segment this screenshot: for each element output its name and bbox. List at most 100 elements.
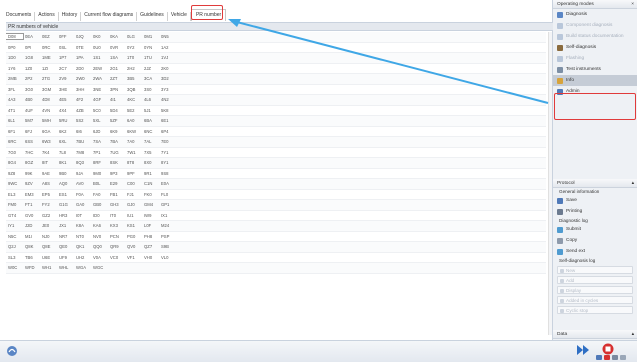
pr-number-cell[interactable]: GH3 — [108, 202, 125, 207]
pr-number-cell[interactable]: 0PI — [23, 45, 40, 50]
pr-number-cell[interactable]: 8K1 — [57, 160, 74, 165]
pr-number-cell[interactable]: 6L1 — [6, 118, 23, 123]
pr-number-cell[interactable]: 4I1 — [108, 97, 125, 102]
add-button[interactable]: Add — [557, 276, 633, 284]
pr-number-cell[interactable]: 2V9 — [57, 76, 74, 81]
pr-number-cell[interactable]: EP5 — [40, 192, 57, 197]
pr-number-cell[interactable]: 3Y3 — [159, 87, 176, 92]
pr-number-cell[interactable]: KX3 — [108, 223, 125, 228]
pr-number-cell[interactable]: 9P3 — [108, 171, 125, 176]
mode-item-info[interactable]: Info — [553, 75, 637, 86]
pr-number-cell[interactable]: EM3 — [23, 192, 40, 197]
pr-number-cell[interactable]: 4UF — [23, 108, 40, 113]
pr-number-cell[interactable]: 5RU — [57, 118, 74, 123]
pr-number-cell[interactable]: 7E0 — [159, 139, 176, 144]
pr-number-cell[interactable]: 5ZF — [108, 118, 125, 123]
pr-number-cell[interactable]: 2P2 — [23, 76, 40, 81]
mode-item-diagnosis[interactable]: Diagnosis — [553, 9, 637, 20]
pr-number-cell[interactable]: 1ZI — [40, 66, 57, 71]
pr-number-cell[interactable]: 1ME — [40, 55, 57, 60]
pr-number-cell[interactable]: 4F2 — [74, 97, 91, 102]
pr-number-cell[interactable]: 0SL — [57, 45, 74, 50]
pr-number-cell[interactable]: NJ0 — [40, 234, 57, 239]
pr-number-cell[interactable]: FL0 — [159, 192, 176, 197]
pr-number-cell[interactable]: 2JZ — [142, 66, 159, 71]
pr-number-cell[interactable]: 1Z0 — [23, 66, 40, 71]
pr-number-cell[interactable]: 9WC — [6, 181, 23, 186]
pr-number-cell[interactable]: 1PA — [74, 55, 91, 60]
pr-number-cell[interactable]: 2G1 — [108, 66, 125, 71]
pr-number-cell[interactable]: W0C — [6, 265, 23, 270]
pr-number-cell[interactable]: 4GF — [91, 97, 108, 102]
pr-number-cell[interactable]: 8X0 — [142, 160, 159, 165]
pr-number-cell[interactable]: B0L — [91, 181, 108, 186]
pr-number-cell[interactable]: 4N2 — [159, 97, 176, 102]
pr-number-cell[interactable]: 2K0 — [159, 66, 176, 71]
pr-number-cell[interactable]: 8IT — [40, 160, 57, 165]
pr-number-cell[interactable]: 1VJ — [159, 55, 176, 60]
pr-number-cell[interactable]: VL0 — [159, 255, 176, 260]
pr-number-cell[interactable]: WGA — [74, 265, 91, 270]
pr-number-cell[interactable]: N5C — [6, 234, 23, 239]
pr-number-cell[interactable]: IW9 — [142, 213, 159, 218]
tab-history[interactable]: History — [59, 12, 82, 21]
pr-number-cell[interactable]: QE0 — [57, 244, 74, 249]
pr-number-cell[interactable]: 4E5 — [57, 97, 74, 102]
tray-icon-4[interactable] — [620, 355, 626, 360]
pr-number-cell[interactable]: 6BA — [142, 118, 159, 123]
pr-number-cell[interactable]: 0LG — [125, 34, 142, 39]
pr-number-cell[interactable]: GT4 — [6, 213, 23, 218]
close-icon[interactable]: × — [631, 0, 634, 8]
pr-number-cell[interactable]: 6A0 — [125, 118, 142, 123]
pr-number-cell[interactable]: V0A — [91, 255, 108, 260]
pr-number-cell[interactable]: 8Q3 — [74, 160, 91, 165]
pr-number-cell[interactable]: 9Z8 — [6, 171, 23, 176]
pr-number-cell[interactable]: 2D0 — [74, 66, 91, 71]
pr-number-cell[interactable]: GM4 — [142, 202, 159, 207]
pr-number-cell[interactable]: 8SK — [108, 160, 125, 165]
pr-number-cell[interactable]: WGC — [91, 265, 108, 270]
pr-number-cell[interactable]: 6E1 — [159, 118, 176, 123]
pr-number-cell[interactable]: 8Y1 — [159, 160, 176, 165]
pr-number-cell[interactable]: 99K — [23, 171, 40, 176]
pr-number-cell[interactable]: 0EZ — [40, 34, 57, 39]
pr-number-cell[interactable]: 0FF — [57, 34, 74, 39]
pr-number-cell[interactable]: 7BA — [108, 139, 125, 144]
pr-number-cell[interactable]: GB0 — [91, 202, 108, 207]
pr-number-cell[interactable]: 6FJ — [23, 129, 40, 134]
pr-number-cell[interactable]: M24 — [159, 223, 176, 228]
pr-number-cell[interactable]: 1SA — [108, 55, 125, 60]
mode-item-flashing[interactable]: Flashing — [553, 53, 637, 64]
pr-number-cell[interactable]: NR7 — [57, 234, 74, 239]
pr-number-cell[interactable]: 1P7 — [57, 55, 74, 60]
pr-number-cell[interactable]: 0P0 — [6, 45, 23, 50]
tab-actions[interactable]: Actions — [35, 12, 59, 21]
pr-number-cell[interactable]: PCN — [108, 234, 125, 239]
pr-number-cell[interactable]: NV0 — [91, 234, 108, 239]
tab-current-flow-diagrams[interactable]: Current flow diagrams — [81, 12, 138, 21]
pr-number-cell[interactable]: E0A — [159, 181, 176, 186]
forward-icon[interactable] — [577, 345, 589, 355]
pr-number-cell[interactable]: VC0 — [108, 255, 125, 260]
pr-number-cell[interactable]: E29 — [108, 181, 125, 186]
pr-number-cell[interactable]: 6RC — [6, 139, 23, 144]
pr-number-cell[interactable]: 5S2 — [74, 118, 91, 123]
pr-number-cell[interactable]: 3GM — [40, 87, 57, 92]
display-button[interactable]: Display — [557, 286, 633, 294]
pr-number-cell[interactable]: 4ZB — [74, 108, 91, 113]
pr-number-cell[interactable]: AV0 — [74, 181, 91, 186]
pr-number-cell[interactable]: 6K2 — [57, 129, 74, 134]
pr-number-cell[interactable]: C00 — [125, 181, 142, 186]
pr-number-cell[interactable]: 3PN — [108, 87, 125, 92]
pr-number-cell[interactable]: FM0 — [6, 202, 23, 207]
pr-number-cell[interactable]: 6JD — [91, 129, 108, 134]
added-in-cycles-button[interactable]: Added in cycles — [557, 296, 633, 304]
mode-item-self-diagnosis[interactable]: Self-diagnosis — [553, 42, 637, 53]
pr-number-cell[interactable]: 5D4 — [108, 108, 125, 113]
pr-number-cell[interactable]: WFD — [23, 265, 40, 270]
pr-number-cell[interactable]: 3G0 — [23, 87, 40, 92]
pr-number-cell[interactable]: QR9 — [108, 244, 125, 249]
tray-icon-3[interactable] — [612, 355, 618, 360]
pr-number-cell[interactable]: 0YN — [142, 45, 159, 50]
pr-number-cell[interactable]: 9JA — [74, 171, 91, 176]
